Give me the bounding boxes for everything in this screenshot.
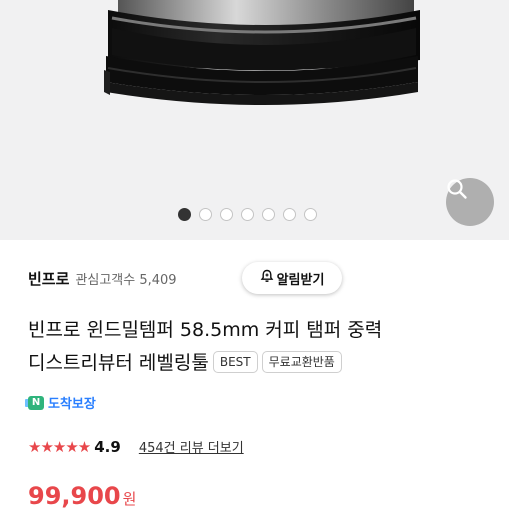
alarm-label: 알림받기 [276,272,325,288]
product-title: 빈프로 윈드밀템퍼 58.5mm 커피 탬퍼 중력 디스트리뷰터 레벨링툴 BES… [28,314,488,380]
product-title-line1: 빈프로 윈드밀템퍼 58.5mm 커피 탬퍼 중력 [28,319,383,341]
store-info: 빈프로 관심고객수 5,409 알림받기 [28,262,489,294]
carousel-dot[interactable] [283,208,296,221]
carousel-dot[interactable] [199,208,212,221]
price-amount: 99,900 [28,482,121,510]
product-title-line2-text: 디스트리뷰터 레벨링툴 [28,352,209,374]
store-name[interactable]: 빈프로 [28,268,69,289]
reviews-link[interactable]: 454건 리뷰 더보기 [139,437,244,456]
best-badge: BEST [212,351,258,373]
interest-label: 관심고객수 5,409 [75,269,176,288]
carousel-dot[interactable] [220,208,233,221]
star-rating-icon: ★★★★★ [28,437,91,456]
carousel-dots [178,208,317,221]
rating-row: ★★★★★ 4.9 454건 리뷰 더보기 [28,437,244,457]
price: 99,900 원 [28,482,136,510]
carousel-dot[interactable] [241,208,254,221]
free-return-badge: 무료교환반품 [261,351,342,373]
price-unit: 원 [122,490,137,508]
product-image[interactable] [0,0,509,240]
bell-icon [260,269,274,287]
delivery-guarantee[interactable]: N 도착보장 [25,393,96,412]
search-icon [447,179,467,199]
alarm-button[interactable]: 알림받기 [242,262,342,294]
carousel-dot[interactable] [262,208,275,221]
carousel-dot[interactable] [304,208,317,221]
product-title-line2: 디스트리뷰터 레벨링툴 BEST 무료교환반품 [28,347,488,380]
interest-count: 5,409 [139,272,177,288]
naver-delivery-icon: N [25,395,44,410]
carousel-dot[interactable] [178,208,191,221]
rating-value: 4.9 [94,437,121,456]
tamper-photo [104,0,420,105]
zoom-button[interactable] [446,178,494,226]
delivery-label: 도착보장 [48,397,96,412]
interest-label-text: 관심고객수 [75,272,136,288]
